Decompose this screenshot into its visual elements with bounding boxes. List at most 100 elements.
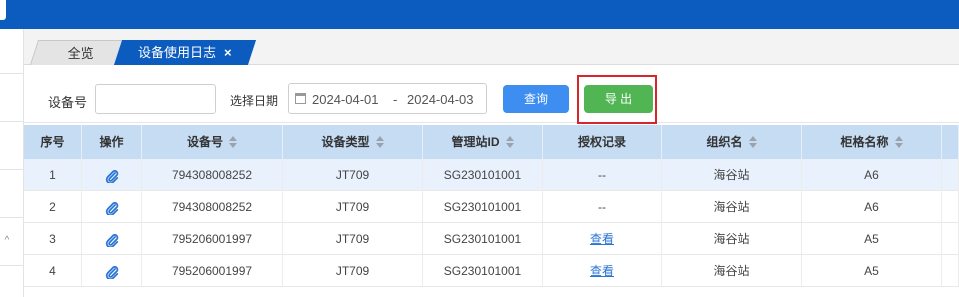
cell-cabinet-text: A5: [864, 232, 879, 246]
tab-device-usage-log[interactable]: 设备使用日志 ×: [113, 40, 257, 65]
date-separator: -: [393, 92, 398, 107]
column-header-label: 设备号: [186, 135, 223, 149]
column-header-type[interactable]: 设备类型: [283, 125, 423, 159]
cell-index-text: 1: [49, 168, 56, 182]
device-number-input[interactable]: [95, 84, 216, 114]
cell-station-text: SG230101001: [443, 200, 522, 214]
tab-device-usage-log-label: 设备使用日志: [138, 45, 217, 60]
cell-station: SG230101001: [423, 223, 543, 255]
paperclip-icon[interactable]: [105, 232, 119, 247]
cell-cabinet-text: A5: [864, 264, 879, 278]
cell-auth: --: [543, 191, 662, 223]
cell-index: 1: [24, 159, 82, 191]
column-header-device[interactable]: 设备号: [142, 125, 283, 159]
sort-arrows-icon[interactable]: [894, 135, 903, 148]
cell-auth-text: --: [598, 168, 606, 182]
column-header-label: 组织名: [706, 135, 743, 149]
paperclip-icon[interactable]: [105, 200, 119, 215]
cell-cabinet: A5: [802, 255, 942, 287]
cell-device: 795206001997: [142, 255, 283, 287]
export-button[interactable]: 导 出: [584, 85, 653, 113]
table-row[interactable]: 1 794308008252 JT709 SG230101001 -- 海谷站 A6: [24, 159, 959, 191]
cell-type: JT709: [283, 255, 423, 287]
column-header-label: 授权记录: [577, 135, 626, 149]
view-auth-link[interactable]: 查看: [590, 232, 614, 246]
date-range-picker[interactable]: 2024-04-01 - 2024-04-03: [288, 83, 487, 114]
sidebar-divider: [0, 169, 24, 170]
column-header-operation: 操作: [82, 125, 142, 159]
query-button[interactable]: 查询: [503, 85, 569, 113]
cell-index-text: 3: [49, 232, 56, 246]
tab-overview-label: 全览: [67, 46, 94, 61]
view-auth-link[interactable]: 查看: [590, 264, 614, 278]
sidebar-divider: [0, 121, 24, 122]
cell-overflow: [942, 191, 959, 223]
sort-arrows-icon[interactable]: [748, 135, 757, 148]
date-start[interactable]: 2024-04-01: [312, 92, 379, 107]
column-header-index: 序号: [24, 125, 82, 159]
sort-arrows-icon[interactable]: [229, 135, 237, 148]
date-end[interactable]: 2024-04-03: [407, 92, 474, 107]
cell-overflow: [942, 159, 959, 191]
cell-operation: [82, 255, 142, 287]
cell-type-text: JT709: [335, 168, 370, 182]
cell-device-text: 794308008252: [171, 168, 253, 182]
calendar-icon: [295, 93, 306, 104]
device-number-label: 设备号: [48, 95, 88, 110]
cell-type: JT709: [283, 223, 423, 255]
sidebar-divider: [0, 73, 24, 74]
cell-device: 794308008252: [142, 159, 283, 191]
cell-station: SG230101001: [423, 191, 543, 223]
column-header-label: 操作: [99, 135, 124, 149]
cell-device-text: 794308008252: [171, 200, 253, 214]
column-header-cabinet[interactable]: 柜格名称: [802, 125, 942, 159]
paperclip-icon[interactable]: [105, 264, 119, 279]
sort-arrows-icon[interactable]: [375, 135, 384, 148]
tab-bar: 全览 设备使用日志 ×: [24, 29, 959, 65]
table-row[interactable]: 2 794308008252 JT709 SG230101001 -- 海谷站 A6: [24, 191, 959, 223]
cell-station-text: SG230101001: [443, 168, 522, 182]
column-header-label: 序号: [40, 135, 65, 149]
cell-type: JT709: [283, 159, 423, 191]
cell-index-text: 4: [49, 264, 56, 278]
cell-overflow: [942, 255, 959, 287]
table-header: 序号 操作 设备号 设备类型 管理站ID 授权记录 组织名 柜格名称: [24, 125, 959, 159]
column-header-station[interactable]: 管理站ID: [423, 125, 543, 159]
cell-index: 4: [24, 255, 82, 287]
column-header-auth: 授权记录: [543, 125, 662, 159]
cell-org-text: 海谷站: [713, 168, 750, 182]
cell-cabinet-text: A6: [864, 168, 879, 182]
sort-arrows-icon[interactable]: [505, 135, 514, 148]
cell-org-text: 海谷站: [713, 200, 750, 214]
paperclip-icon[interactable]: [105, 168, 119, 183]
cell-org: 海谷站: [662, 255, 802, 287]
column-header-org[interactable]: 组织名: [662, 125, 802, 159]
sidebar-divider: [0, 217, 24, 218]
cell-org: 海谷站: [662, 159, 802, 191]
cell-auth: 查看: [543, 255, 662, 287]
cell-station-text: SG230101001: [443, 232, 522, 246]
cell-overflow: [942, 223, 959, 255]
cell-cabinet: A6: [802, 191, 942, 223]
cell-org-text: 海谷站: [713, 232, 750, 246]
cell-device: 795206001997: [142, 223, 283, 255]
cell-cabinet: A5: [802, 223, 942, 255]
filter-bar: 设备号 选择日期 2024-04-01 - 2024-04-03 查询 导 出: [24, 65, 959, 124]
column-header-label: 柜格名称: [840, 135, 889, 149]
table-row[interactable]: 4 795206001997 JT709 SG230101001 查看 海谷站 A5: [24, 255, 959, 287]
table-row[interactable]: 3 795206001997 JT709 SG230101001 查看 海谷站 A5: [24, 223, 959, 255]
cell-cabinet: A6: [802, 159, 942, 191]
close-icon[interactable]: ×: [224, 45, 232, 60]
cell-org-text: 海谷站: [713, 264, 750, 278]
chevron-up-icon[interactable]: ^: [0, 234, 14, 248]
cell-device-text: 795206001997: [171, 232, 253, 246]
main-content: 全览 设备使用日志 × 设备号 选择日期 2024-04-01 - 2024-04…: [24, 29, 959, 297]
cell-station: SG230101001: [423, 159, 543, 191]
cell-auth: 查看: [543, 223, 662, 255]
column-header-overflow: [942, 125, 959, 159]
date-range-label: 选择日期: [230, 94, 279, 108]
cell-station: SG230101001: [423, 255, 543, 287]
cell-station-text: SG230101001: [443, 264, 522, 278]
cell-index: 3: [24, 223, 82, 255]
sidebar-divider: [0, 265, 24, 266]
